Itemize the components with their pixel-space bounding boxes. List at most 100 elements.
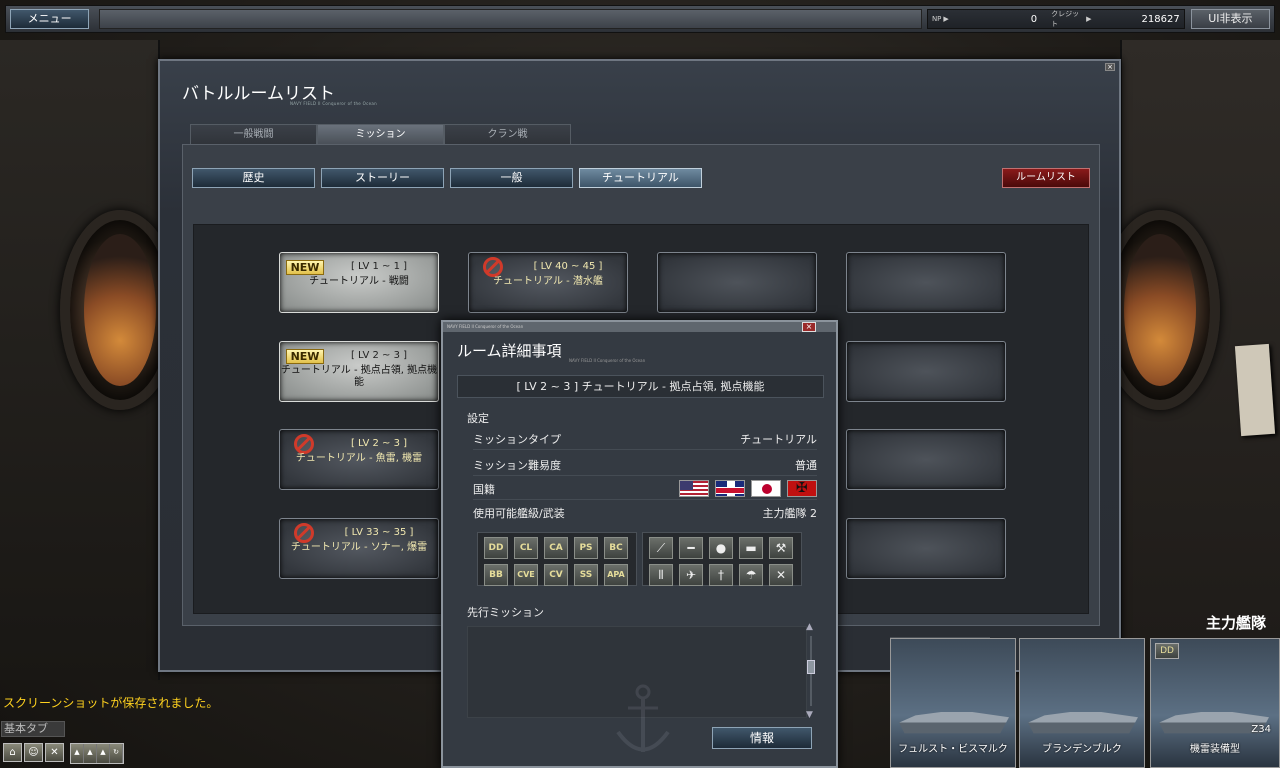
- filter-history-button[interactable]: 歴史: [192, 168, 315, 188]
- ship-class-bc-icon: BC: [604, 537, 628, 559]
- mission-name: チュートリアル - 潜水艦: [493, 276, 603, 287]
- nationality-row: 国籍: [473, 478, 817, 500]
- ship-class-ss-icon: SS: [574, 564, 598, 586]
- credit-value: 218627: [1141, 13, 1180, 25]
- filter-tutorial-button[interactable]: チュートリアル: [579, 168, 702, 188]
- mine-icon: ▬: [739, 537, 763, 559]
- settings-label: 設定: [467, 412, 489, 425]
- prerequisite-mission-label: 先行ミッション: [467, 606, 544, 619]
- size-large-icon[interactable]: ▲: [97, 744, 110, 763]
- row-label: 国籍: [473, 482, 495, 496]
- parachute-icon: ☂: [739, 564, 763, 586]
- available-ships-row: 使用可能艦級/武装 主力艦隊 2: [473, 502, 817, 524]
- aircraft-icon: ✈: [679, 564, 703, 586]
- empty-mission-slot: [846, 341, 1006, 402]
- fleet-ship-card[interactable]: フュルスト・ビスマルク: [890, 638, 1016, 768]
- mission-type-row: ミッションタイプ チュートリアル: [473, 428, 817, 450]
- mission-level: [ LV 1 ~ 1 ]: [350, 261, 408, 272]
- screenshot-saved-notice: スクリーンショットが保存されました。: [3, 696, 219, 710]
- room-detail-dialog: NAVY FIELD II Conqueror of the Ocean × ル…: [441, 320, 838, 768]
- rocket-icon: ⦀: [649, 564, 673, 586]
- filter-story-button[interactable]: ストーリー: [321, 168, 444, 188]
- ui-hide-button[interactable]: UI非表示: [1190, 9, 1271, 29]
- chat-size-controls: ▲ ▲ ▲ ↻: [70, 743, 124, 764]
- germany-flag-icon: [787, 480, 817, 497]
- menu-button[interactable]: メニュー: [10, 9, 90, 29]
- mission-name: チュートリアル - 魚雷, 機雷: [295, 453, 423, 464]
- nation-flags: [679, 480, 817, 497]
- room-name: [ LV 2 ~ 3 ] チュートリアル - 拠点占領, 拠点機能: [457, 375, 824, 398]
- mission-level: [ LV 33 ~ 35 ]: [344, 527, 414, 538]
- ship-class-badge: DD: [1155, 643, 1179, 659]
- scroll-thumb[interactable]: [807, 660, 815, 674]
- user-icon[interactable]: ☺: [24, 743, 43, 762]
- np-label: NP: [931, 15, 942, 23]
- tab-general-battle[interactable]: 一般戦闘: [190, 124, 317, 144]
- row-label: ミッション難易度: [473, 458, 561, 472]
- ship-image: [1028, 702, 1138, 734]
- ship-class-cve-icon: CVE: [514, 564, 538, 586]
- tab-bar: 一般戦闘 ミッション クラン戦: [190, 124, 571, 144]
- scroll-down-icon[interactable]: ▼: [806, 710, 813, 720]
- ship-class-ca-icon: CA: [544, 537, 568, 559]
- ship-code: Z34: [1251, 724, 1271, 735]
- fleet-ship-card[interactable]: ブランデンブルク: [1019, 638, 1145, 768]
- japan-flag-icon: [751, 480, 781, 497]
- filter-general-button[interactable]: 一般: [450, 168, 573, 188]
- empty-mission-slot: [846, 518, 1006, 579]
- mission-filter-bar: 歴史 ストーリー 一般 チュートリアル: [192, 168, 702, 188]
- dialog-title: ルーム詳細事項: [457, 342, 562, 360]
- us-flag-icon: [679, 480, 709, 497]
- currency-display: NP ▶ 0 クレジット ▶ 218627: [926, 9, 1185, 29]
- mission-level: [ LV 2 ~ 3 ]: [350, 350, 408, 361]
- refresh-icon[interactable]: ↻: [110, 744, 123, 763]
- mission-name: チュートリアル - 戦闘: [309, 276, 409, 287]
- mission-card[interactable]: NEW [ LV 1 ~ 1 ] チュートリアル - 戦闘: [279, 252, 439, 313]
- ship-name: ブランデンブルク: [1042, 744, 1122, 755]
- mission-level: [ LV 2 ~ 3 ]: [350, 438, 408, 449]
- top-bar-strip: [99, 9, 922, 29]
- tab-mission[interactable]: ミッション: [317, 124, 444, 144]
- row-label: 使用可能艦級/武装: [473, 507, 565, 520]
- ship-class-apa-icon: APA: [604, 564, 628, 586]
- dialog-subtitle: NAVY FIELD II Conqueror of the Ocean: [569, 358, 646, 363]
- size-medium-icon[interactable]: ▲: [84, 744, 97, 763]
- empty-mission-slot: [846, 429, 1006, 490]
- wrench-icon: †: [709, 564, 733, 586]
- tools-icon[interactable]: ✕: [45, 743, 64, 762]
- size-small-icon[interactable]: ▲: [71, 744, 84, 763]
- info-button[interactable]: 情報: [712, 727, 812, 749]
- background-paper-note: [1234, 343, 1276, 437]
- gun-icon: ━: [679, 537, 703, 559]
- fleet-title: 主力艦隊: [1206, 614, 1267, 632]
- window-close-icon[interactable]: ×: [1105, 63, 1115, 71]
- uk-flag-icon: [715, 480, 745, 497]
- mission-name: チュートリアル - 拠点占領, 拠点機能: [280, 365, 438, 388]
- dialog-close-icon[interactable]: ×: [802, 322, 816, 332]
- mission-card[interactable]: NEW [ LV 2 ~ 3 ] チュートリアル - 拠点占領, 拠点機能: [279, 341, 439, 402]
- fleet-ship-card[interactable]: DD Z34 機雷装備型: [1150, 638, 1280, 768]
- credit-label: クレジット: [1051, 10, 1080, 28]
- np-arrow-icon: ▶: [943, 15, 949, 23]
- repair-icon: ⚒: [769, 537, 793, 559]
- mission-card[interactable]: [ LV 2 ~ 3 ] チュートリアル - 魚雷, 機雷: [279, 429, 439, 490]
- prerequisite-scrollbar[interactable]: ▲ ▼: [805, 622, 817, 720]
- np-value: 0: [1030, 13, 1038, 25]
- ship-class-dd-icon: DD: [484, 537, 508, 559]
- mission-name: チュートリアル - ソナー, 爆雷: [290, 542, 428, 553]
- scout-plane-icon: ✕: [769, 564, 793, 586]
- mission-card[interactable]: [ LV 33 ~ 35 ] チュートリアル - ソナー, 爆雷: [279, 518, 439, 579]
- dialog-header-text: NAVY FIELD II Conqueror of the Ocean: [447, 324, 524, 329]
- depth-charge-icon: ●: [709, 537, 733, 559]
- chat-toolbar: ⌂ ☺ ✕ ▲ ▲ ▲ ↻: [3, 743, 124, 764]
- tab-clan-battle[interactable]: クラン戦: [444, 124, 571, 144]
- chat-tab-basic[interactable]: 基本タブ: [1, 721, 65, 737]
- mission-card[interactable]: [ LV 40 ~ 45 ] チュートリアル - 潜水艦: [468, 252, 628, 313]
- anchor-icon: [616, 684, 670, 752]
- torpedo-icon: ⟋: [649, 537, 673, 559]
- scroll-up-icon[interactable]: ▲: [806, 622, 813, 632]
- top-bar: メニュー NP ▶ 0 クレジット ▶ 218627 UI非表示: [5, 5, 1275, 33]
- lock-icon[interactable]: ⌂: [3, 743, 22, 762]
- room-list-button[interactable]: ルームリスト: [1002, 168, 1090, 188]
- row-value: 主力艦隊 2: [762, 507, 818, 520]
